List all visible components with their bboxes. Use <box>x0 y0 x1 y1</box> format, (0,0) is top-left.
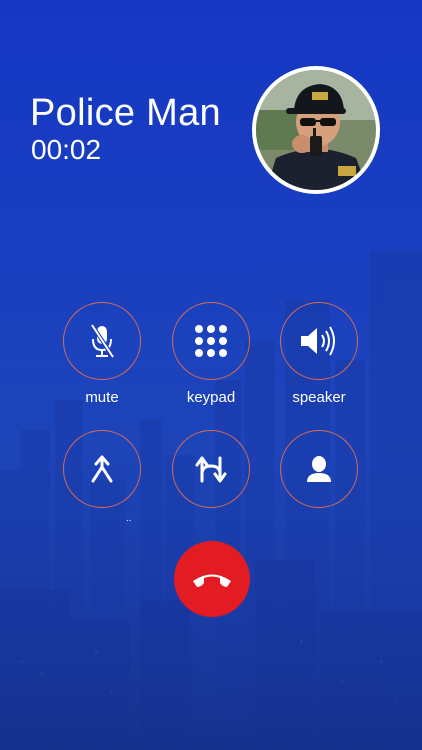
keypad-icon <box>195 325 227 357</box>
speaker-button[interactable] <box>280 302 358 380</box>
merge-call-icon <box>91 455 113 483</box>
mute-label: mute <box>85 389 119 406</box>
merge-call-button[interactable] <box>63 430 141 508</box>
swap-call-button[interactable] <box>172 430 250 508</box>
end-call-icon <box>193 574 231 587</box>
end-call-button[interactable] <box>174 541 250 617</box>
call-timer: 00:02 <box>31 134 102 165</box>
speaker-label: speaker <box>292 389 346 406</box>
call-screen: Police Man 00:02 mute keypad speaker .. <box>0 0 422 750</box>
caller-name: Police Man <box>30 92 221 134</box>
contacts-icon <box>307 456 331 482</box>
keypad-button[interactable] <box>172 302 250 380</box>
keypad-label: keypad <box>186 389 236 406</box>
merge-indicator-dots: .. <box>126 513 132 524</box>
police-officer-photo <box>256 70 376 190</box>
speaker-icon <box>301 326 335 356</box>
mute-button[interactable] <box>63 302 141 380</box>
mute-mic-icon <box>90 323 115 359</box>
contacts-button[interactable] <box>280 430 358 508</box>
swap-call-icon <box>195 456 227 483</box>
caller-avatar <box>252 66 380 194</box>
